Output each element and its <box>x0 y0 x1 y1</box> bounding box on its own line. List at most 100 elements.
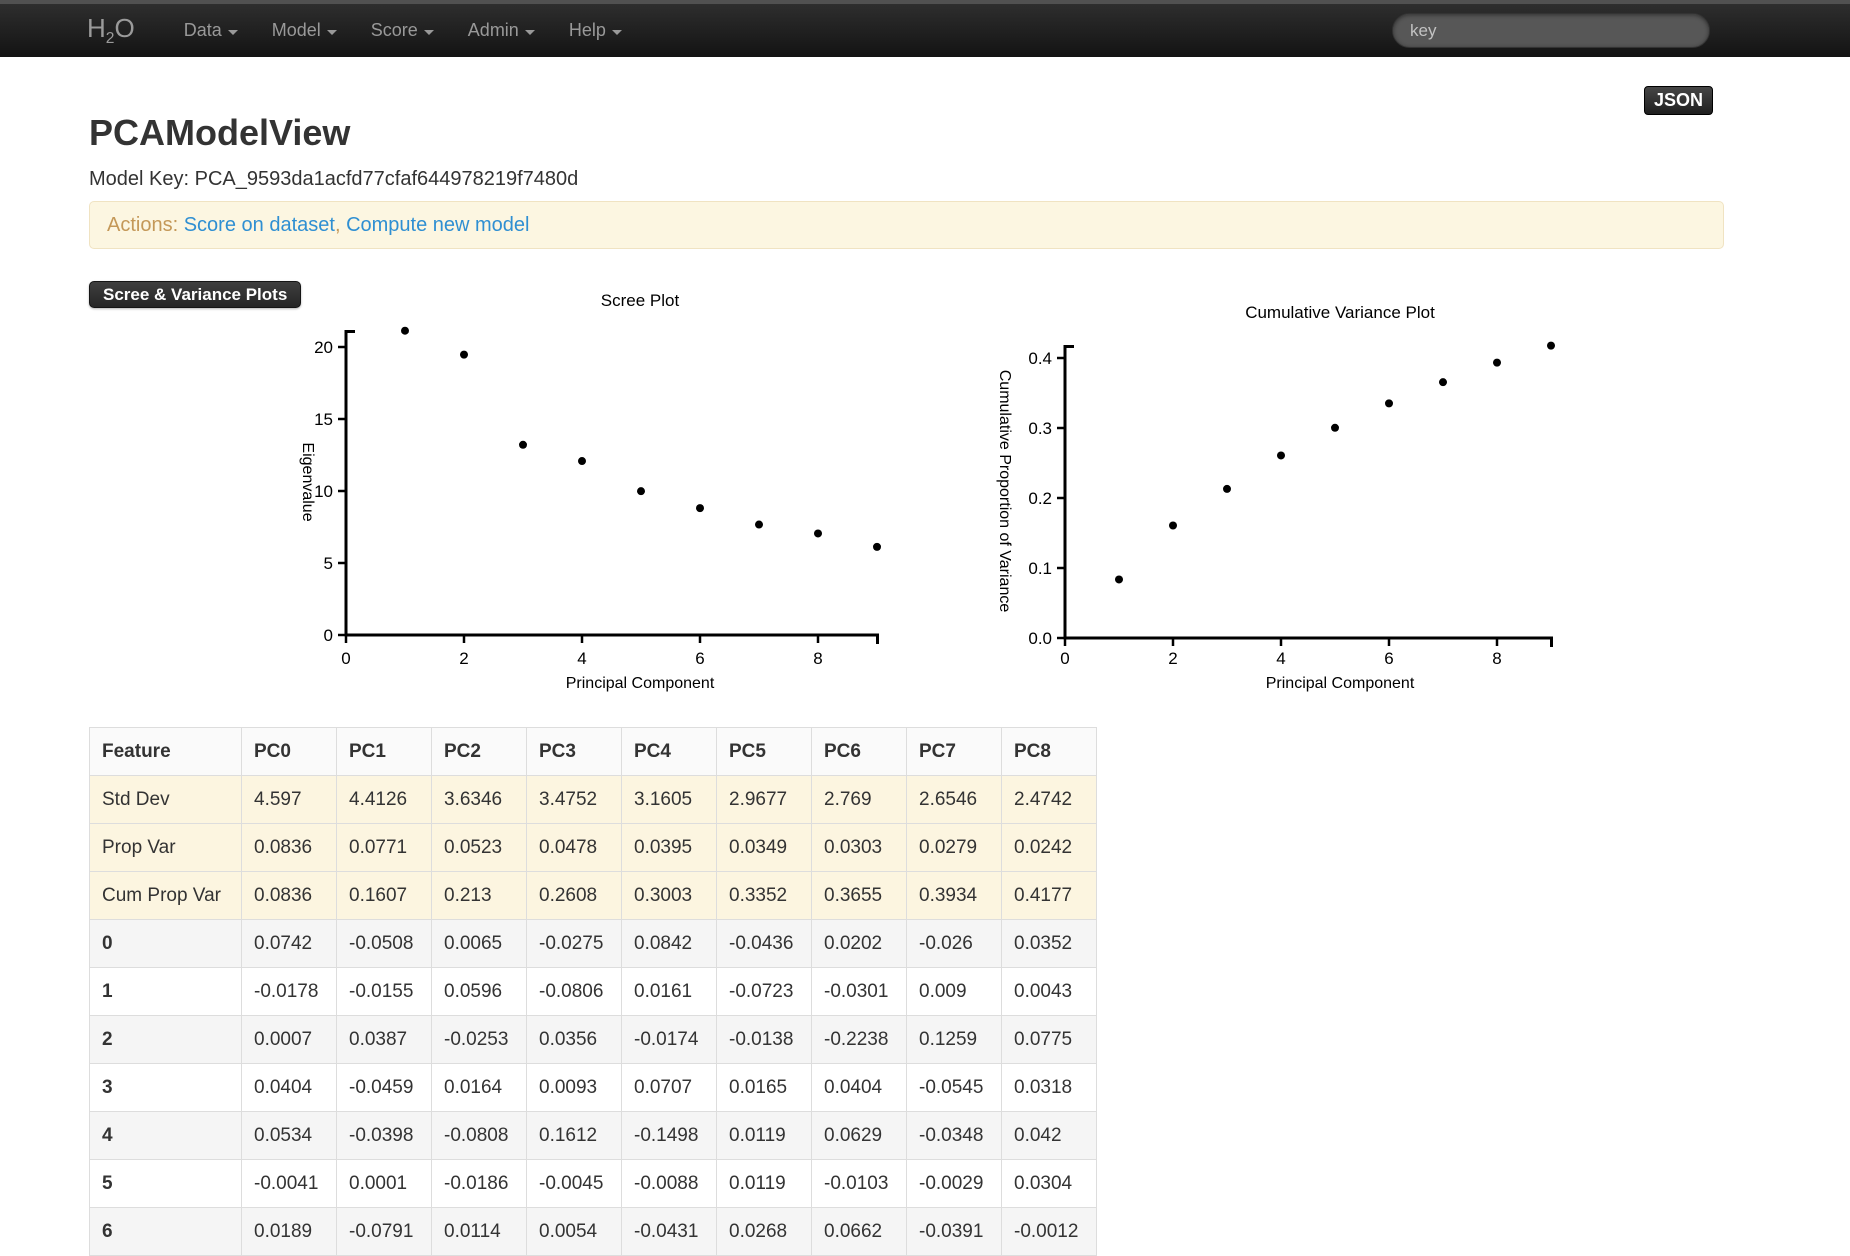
table-cell: 0.0404 <box>241 1063 337 1112</box>
table-cell: -0.0138 <box>716 1015 812 1064</box>
table-cell: 4.597 <box>241 775 337 824</box>
table-cell: 0.1612 <box>526 1111 622 1160</box>
y-tick-label: 0.4 <box>1028 349 1052 368</box>
x-tick-label: 4 <box>1276 649 1285 668</box>
table-row: 4 0.0534 -0.0398 -0.0808 0.1612 -0.1498 0.0119… <box>89 1111 1097 1160</box>
x-tick-label: 4 <box>577 649 586 668</box>
row-label: Std Dev <box>89 775 242 824</box>
data-point <box>814 529 822 538</box>
data-point <box>1493 358 1501 367</box>
x-tick-label: 2 <box>459 649 468 668</box>
table-cell: 0.0268 <box>716 1207 812 1256</box>
table-row: 0 0.0742 -0.0508 0.0065 -0.0275 0.0842 -0.0436… <box>89 919 1097 968</box>
table-cell: 0.0352 <box>1001 919 1097 968</box>
y-tick-label: 0.0 <box>1028 629 1052 648</box>
column-header-pc5: PC5 <box>716 727 812 776</box>
x-tick-label: 2 <box>1168 649 1177 668</box>
table-cell: 0.0478 <box>526 823 622 872</box>
y-tick-label: 5 <box>324 554 333 573</box>
data-point <box>519 440 527 449</box>
table-row: Cum Prop Var 0.0836 0.1607 0.213 0.2608 0.300… <box>89 871 1097 920</box>
table-cell: 0.0629 <box>811 1111 907 1160</box>
data-point <box>1385 399 1393 408</box>
data-point <box>1331 423 1339 432</box>
table-cell: 0.0093 <box>526 1063 622 1112</box>
data-point <box>1223 484 1231 493</box>
table-cell: 0.3352 <box>716 871 812 920</box>
table-cell: 0.0387 <box>336 1015 432 1064</box>
table-cell: 0.042 <box>1001 1111 1097 1160</box>
x-tick-label: 6 <box>1384 649 1393 668</box>
row-label: 1 <box>89 967 242 1016</box>
y-tick-label: 0 <box>324 626 333 645</box>
x-tick-label: 0 <box>1060 649 1069 668</box>
data-point <box>460 350 468 359</box>
table-cell: 0.0836 <box>241 871 337 920</box>
table-cell: -0.0155 <box>336 967 432 1016</box>
table-cell: -0.0545 <box>906 1063 1002 1112</box>
table-cell: 0.0404 <box>811 1063 907 1112</box>
table-cell: 0.3003 <box>621 871 717 920</box>
scree-plot-chart: 051015200 2 4 6 8Scree PlotPrincipal Compone… <box>299 291 881 692</box>
table-cell: 2.769 <box>811 775 907 824</box>
data-point <box>401 326 409 335</box>
table-cell: 0.0318 <box>1001 1063 1097 1112</box>
table-cell: -0.0791 <box>336 1207 432 1256</box>
x-tick-label: 0 <box>341 649 350 668</box>
table-row: 2 0.0007 0.0387 -0.0253 0.0356 -0.0174 -0.0138… <box>89 1015 1097 1064</box>
table-cell: 0.0114 <box>431 1207 527 1256</box>
chart-title: Cumulative Variance Plot <box>1245 303 1435 322</box>
x-tick-label: 6 <box>695 649 704 668</box>
table-cell: 0.0356 <box>526 1015 622 1064</box>
table-cell: 0.0771 <box>336 823 432 872</box>
table-cell: -0.0436 <box>716 919 812 968</box>
column-header-pc3: PC3 <box>526 727 622 776</box>
table-row: 1 -0.0178 -0.0155 0.0596 -0.0806 0.0161 -0.072… <box>89 967 1097 1016</box>
table-cell: -0.0508 <box>336 919 432 968</box>
table-cell: 0.0303 <box>811 823 907 872</box>
table-row: Prop Var 0.0836 0.0771 0.0523 0.0478 0.0395 0.… <box>89 823 1097 872</box>
data-point <box>1547 341 1555 350</box>
data-point <box>1169 521 1177 530</box>
table-cell: -0.0103 <box>811 1159 907 1208</box>
table-cell: -0.0012 <box>1001 1207 1097 1256</box>
table-cell: -0.0806 <box>526 967 622 1016</box>
data-point <box>637 487 645 496</box>
table-cell: -0.0045 <box>526 1159 622 1208</box>
table-cell: -0.1498 <box>621 1111 717 1160</box>
table-cell: -0.0041 <box>241 1159 337 1208</box>
table-cell: -0.0186 <box>431 1159 527 1208</box>
x-tick-label: 8 <box>1492 649 1501 668</box>
table-cell: -0.026 <box>906 919 1002 968</box>
table-cell: 0.0065 <box>431 919 527 968</box>
data-point <box>873 542 881 551</box>
column-header-pc4: PC4 <box>621 727 717 776</box>
y-tick-label: 0.3 <box>1028 419 1052 438</box>
table-cell: 0.0007 <box>241 1015 337 1064</box>
table-cell: 0.0775 <box>1001 1015 1097 1064</box>
row-label: 5 <box>89 1159 242 1208</box>
column-header-pc2: PC2 <box>431 727 527 776</box>
table-cell: 0.0707 <box>621 1063 717 1112</box>
table-cell: 0.0596 <box>431 967 527 1016</box>
table-cell: -0.0808 <box>431 1111 527 1160</box>
column-header-pc1: PC1 <box>336 727 432 776</box>
table-cell: -0.0029 <box>906 1159 1002 1208</box>
table-cell: 0.0001 <box>336 1159 432 1208</box>
y-axis-label: Eigenvalue <box>299 442 316 521</box>
y-axis-label: Cumulative Proportion of Variance <box>996 370 1013 613</box>
table-row: Std Dev 4.597 4.4126 3.6346 3.4752 3.1605 2.96… <box>89 775 1097 824</box>
charts-area: 051015200 2 4 6 8Scree PlotPrincipal Compone… <box>299 291 1555 692</box>
table-cell: 0.0395 <box>621 823 717 872</box>
table-cell: 0.0054 <box>526 1207 622 1256</box>
row-label: 3 <box>89 1063 242 1112</box>
pca-components-table: Feature PC0 PC1 PC2 PC3 PC4 PC5 PC6 PC7 PC8 Std D… <box>89 727 1097 1256</box>
table-cell: 3.4752 <box>526 775 622 824</box>
row-label: Prop Var <box>89 823 242 872</box>
table-cell: 0.0165 <box>716 1063 812 1112</box>
y-tick-label: 15 <box>314 410 333 429</box>
y-tick-label: 0.1 <box>1028 559 1052 578</box>
table-header-row: Feature PC0 PC1 PC2 PC3 PC4 PC5 PC6 PC7 PC8 <box>89 727 1097 776</box>
row-label: 0 <box>89 919 242 968</box>
column-header-pc0: PC0 <box>241 727 337 776</box>
